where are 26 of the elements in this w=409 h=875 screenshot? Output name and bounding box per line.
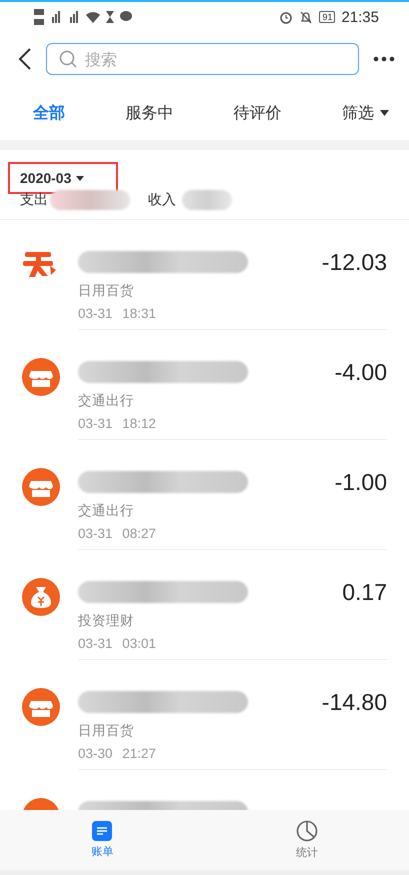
amount: 0.17 [342, 578, 387, 606]
date-time: 03-31 03:01 [78, 636, 158, 651]
battery-level: 91 [319, 11, 336, 23]
date-time: 03-31 18:31 [78, 306, 158, 321]
amount: -14.80 [322, 688, 387, 716]
amount: -4.00 [334, 358, 387, 386]
category: 投资理财 [78, 612, 135, 630]
clock-time: 21:35 [341, 8, 379, 26]
category: 日用百货 [78, 722, 135, 740]
filter-button[interactable]: 筛选 [342, 98, 389, 128]
category: 交通出行 [78, 392, 135, 410]
tab[interactable]: 全部 [33, 98, 65, 128]
income-label: 收入 [148, 191, 176, 209]
category: 交通出行 [78, 502, 135, 520]
bottom-tab[interactable]: 账单 [0, 810, 204, 870]
date-time: 03-30 21:27 [78, 746, 158, 761]
category: 日用百货 [78, 282, 135, 300]
date-time: 03-31 08:27 [78, 526, 158, 541]
amount: -1.00 [334, 468, 387, 496]
expense-label: 支出 [20, 191, 48, 209]
search-field[interactable]: 搜索 [46, 43, 359, 75]
tab[interactable]: 服务中 [125, 98, 174, 128]
date-time: 03-31 18:12 [78, 416, 158, 431]
bottom-tab[interactable]: 统计 [204, 810, 409, 870]
tab[interactable]: 待评价 [234, 98, 282, 128]
amount: -12.03 [322, 248, 387, 276]
